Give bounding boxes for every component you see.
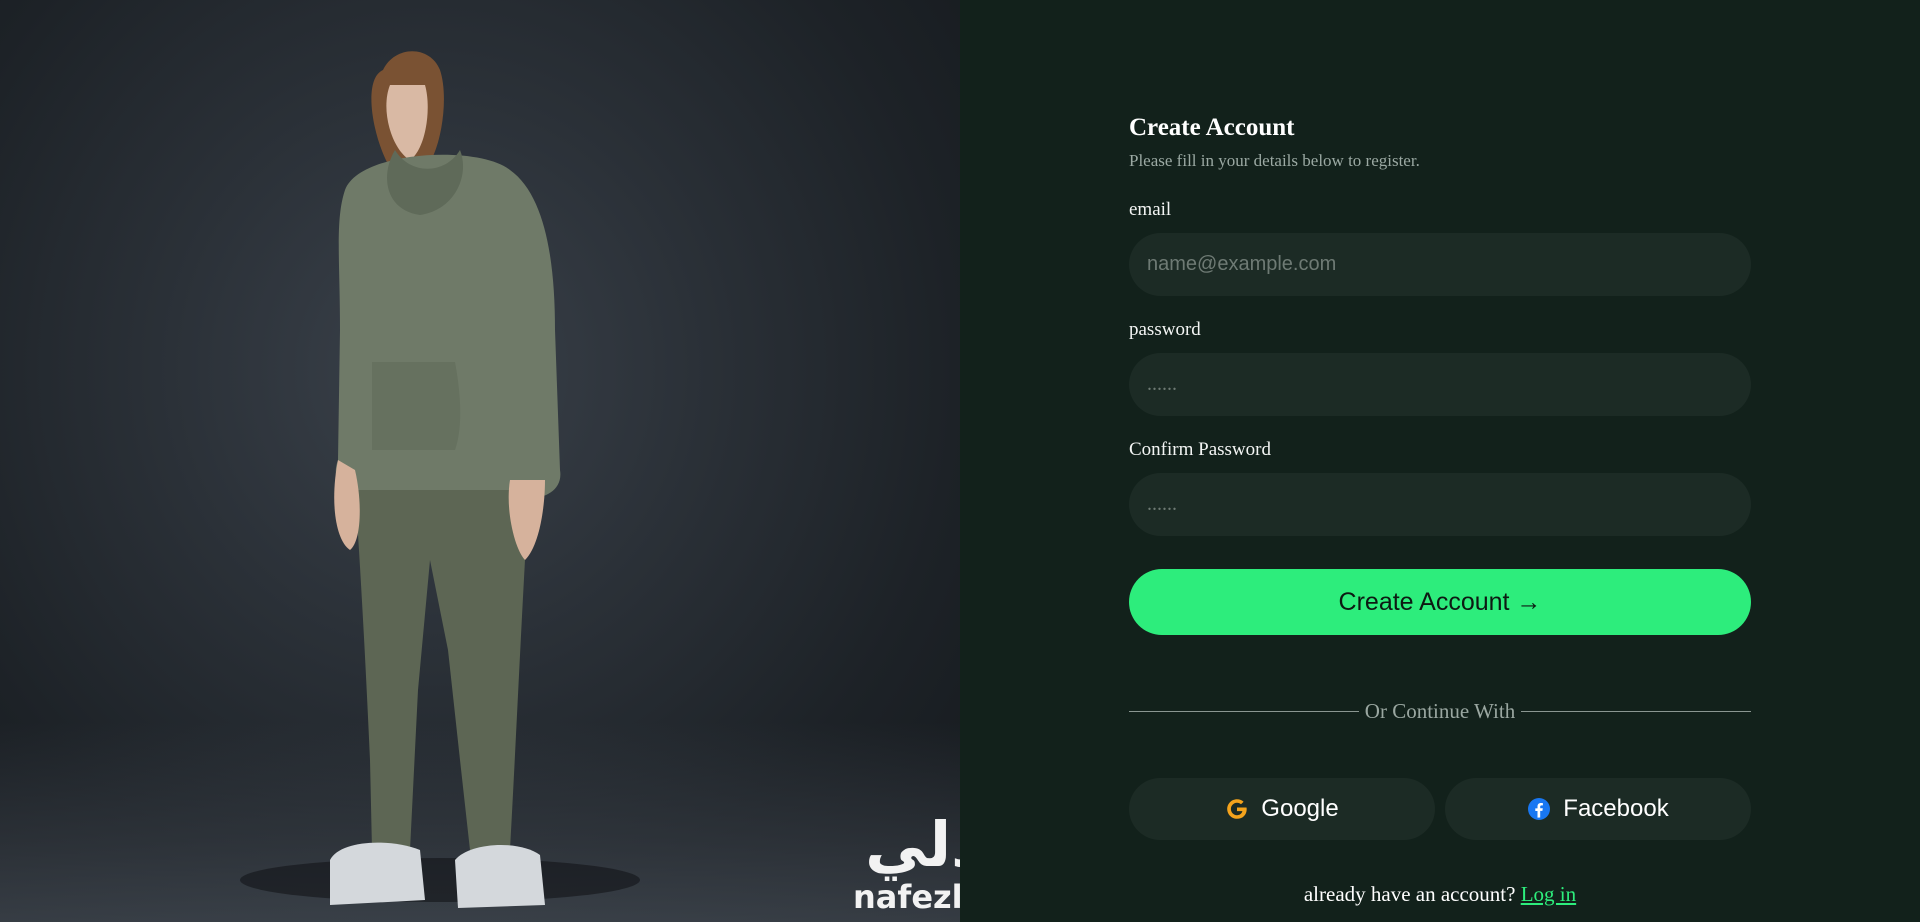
confirm-password-field[interactable] [1129, 473, 1751, 536]
login-prompt: already have an account? Log in [1129, 882, 1751, 907]
hero-photo: نفذلي nafezly.com [0, 0, 960, 922]
login-link[interactable]: Log in [1521, 882, 1576, 906]
login-prompt-text: already have an account? [1303, 882, 1516, 906]
facebook-icon [1528, 798, 1551, 820]
facebook-signin-button[interactable]: Facebook [1445, 778, 1751, 840]
email-field[interactable] [1129, 233, 1751, 296]
password-field[interactable] [1129, 353, 1751, 416]
nafezly-watermark: نفذلي nafezly.com [850, 808, 960, 916]
signup-panel: Create Account Please fill in your detai… [960, 0, 1920, 922]
form-subtitle: Please fill in your details below to reg… [1129, 151, 1420, 170]
facebook-label: Facebook [1563, 795, 1669, 822]
password-label: password [1129, 319, 1201, 340]
email-label: email [1129, 199, 1172, 220]
google-label: Google [1261, 795, 1339, 822]
google-icon [1227, 799, 1247, 819]
watermark-arabic: نفذلي [865, 808, 960, 881]
create-account-button[interactable]: Create Account → [1129, 569, 1751, 635]
divider-text: Or Continue With [1364, 698, 1516, 723]
watermark-latin: nafezly.com [853, 878, 960, 916]
or-divider: Or Continue With [1129, 696, 1751, 726]
divider-line-left [1129, 710, 1359, 712]
divider-line-right [1521, 710, 1751, 712]
confirm-password-label: Confirm Password [1129, 439, 1271, 460]
signup-form: Create Account Please fill in your detai… [1129, 110, 1751, 906]
form-title: Create Account [1129, 114, 1295, 141]
model-figure-illustration [240, 51, 640, 908]
google-signin-button[interactable]: Google [1129, 778, 1435, 840]
